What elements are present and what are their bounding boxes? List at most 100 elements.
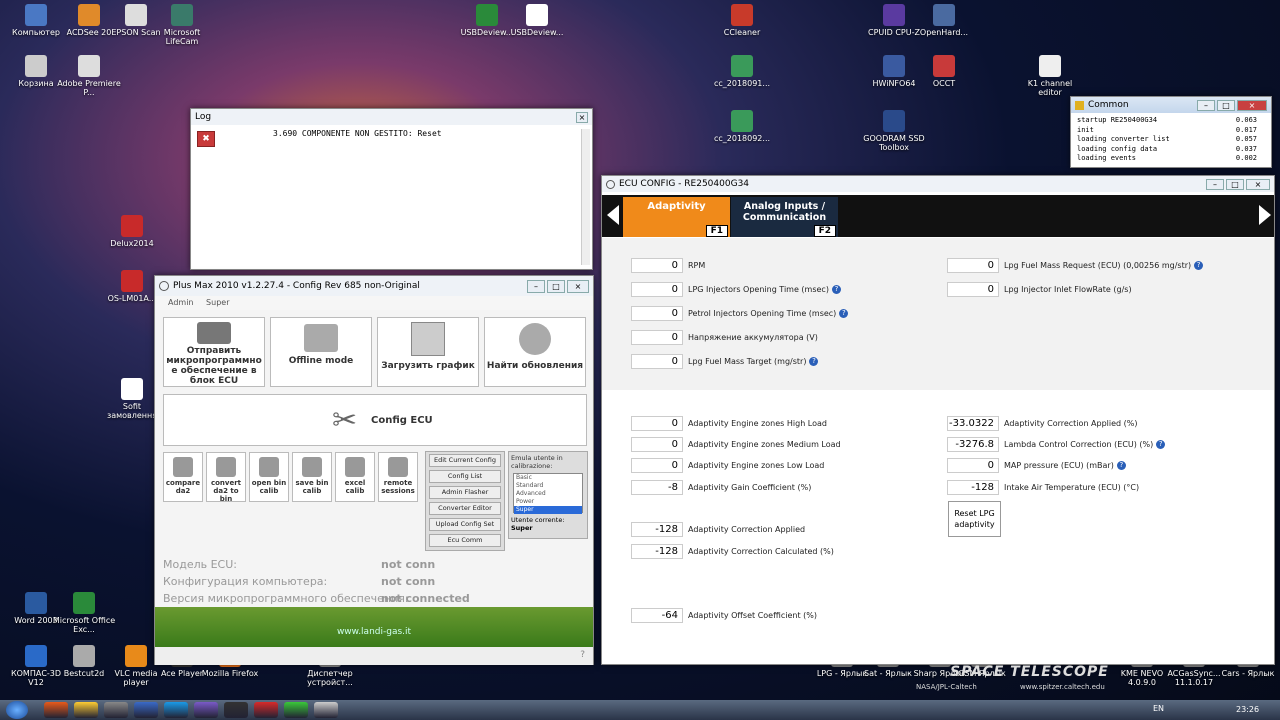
statusbar: ? — [155, 647, 593, 665]
ecu-config-window[interactable]: ECU CONFIG - RE250400G34 – □ × Adaptivit… — [601, 175, 1275, 665]
admin-tool-button[interactable]: Edit Current Config — [429, 454, 501, 467]
info-icon[interactable]: ? — [1156, 440, 1166, 449]
emula-option[interactable]: Power — [514, 498, 582, 506]
grass-footer: www.landi-gas.it — [155, 607, 593, 647]
minimize-icon[interactable]: – — [527, 279, 545, 293]
maximize-icon[interactable]: □ — [1217, 99, 1235, 111]
offline-mode-button[interactable]: Offline mode — [270, 317, 372, 387]
shortcut-icon — [121, 378, 143, 400]
menu-admin[interactable]: Admin — [168, 298, 194, 307]
reset-lpg-adaptivity-button[interactable]: Reset LPG adaptivity — [948, 501, 1001, 537]
field-label: Adaptivity Gain Coefficient (%) — [688, 480, 811, 495]
desktop-icon[interactable]: USBDeview... — [505, 4, 569, 37]
field-label-text: Lambda Control Correction (ECU) (%) — [1004, 440, 1154, 449]
close-icon[interactable]: × — [576, 111, 588, 123]
log-clear-button[interactable]: ✖ — [197, 131, 215, 147]
plusmax-window[interactable]: Plus Max 2010 v1.2.27.4 - Config Rev 685… — [154, 275, 594, 665]
desktop-icon[interactable]: CCleaner — [710, 4, 774, 37]
field-label-text: Adaptivity Gain Coefficient (%) — [688, 483, 812, 492]
info-icon[interactable]: ? — [1116, 461, 1126, 470]
find-updates-button[interactable]: Найти обновления — [484, 317, 586, 387]
taskbar-app-button[interactable] — [314, 702, 338, 718]
info-icon[interactable]: ? — [1194, 261, 1204, 270]
shortcut-icon — [121, 215, 143, 237]
desktop-icon[interactable]: Adobe Premiere P... — [57, 55, 121, 97]
tool-icon — [173, 457, 193, 477]
minimize-icon[interactable]: – — [1206, 178, 1224, 190]
field-label-text: MAP pressure (ECU) (mBar) — [1004, 461, 1114, 470]
desktop-icon[interactable]: OpenHard... — [912, 4, 976, 37]
tab-next-arrow[interactable] — [1259, 205, 1271, 225]
shortcut-icon — [526, 4, 548, 26]
taskbar-app-button[interactable] — [254, 702, 278, 718]
tab-analog-key: F2 — [813, 225, 836, 237]
field-label: Adaptivity Correction Applied — [688, 522, 805, 537]
ecu-info-value: not connected — [381, 592, 470, 605]
taskbar-app-button[interactable] — [164, 702, 188, 718]
tool-tile-button[interactable]: excel calib — [335, 452, 375, 502]
minimize-icon[interactable]: – — [1197, 99, 1215, 111]
desktop-icon[interactable]: K1 channel editor — [1018, 55, 1082, 97]
emula-option[interactable]: Basic — [514, 474, 582, 482]
shortcut-icon — [73, 645, 95, 667]
admin-tool-button[interactable]: Admin Flasher — [429, 486, 501, 499]
tool-tile-button[interactable]: remote sessions — [378, 452, 418, 502]
taskbar-app-button[interactable] — [104, 702, 128, 718]
firmware-icon — [197, 322, 231, 344]
taskbar-app-button[interactable] — [194, 702, 218, 718]
config-ecu-button[interactable]: ✂ Config ECU — [163, 394, 587, 446]
tab-adaptivity[interactable]: Adaptivity F1 — [623, 197, 730, 237]
clock[interactable]: 23:26 — [1236, 705, 1259, 714]
info-icon[interactable]: ? — [809, 357, 819, 366]
desktop-icon[interactable]: cc_2018091... — [710, 55, 774, 88]
taskbar-app-button[interactable] — [74, 702, 98, 718]
taskbar-app-button[interactable] — [134, 702, 158, 718]
load-graph-button[interactable]: Загрузить график — [377, 317, 479, 387]
desktop-icon[interactable]: Microsoft Office Exc... — [52, 592, 116, 634]
help-icon[interactable]: ? — [580, 650, 585, 660]
admin-tool-button[interactable]: Config List — [429, 470, 501, 483]
tab-analog[interactable]: Analog Inputs / Communication F2 — [731, 197, 838, 237]
taskbar-app-button[interactable] — [284, 702, 308, 718]
value-display: 0 — [631, 330, 683, 345]
desktop-icon[interactable]: Delux2014 — [100, 215, 164, 248]
ecu-info-value: not conn — [381, 558, 436, 571]
info-icon[interactable]: ? — [839, 309, 849, 318]
close-icon[interactable]: × — [567, 279, 589, 293]
admin-tool-button[interactable]: Upload Config Set — [429, 518, 501, 531]
taskbar-app-button[interactable] — [224, 702, 248, 718]
tool-tile-button[interactable]: open bin calib — [249, 452, 289, 502]
emula-list[interactable]: Basic Standard Advanced Power Super — [513, 473, 583, 514]
start-button[interactable] — [6, 701, 28, 719]
close-icon[interactable]: × — [1237, 99, 1267, 111]
value-display: -128 — [631, 522, 683, 537]
tool-tile-button[interactable]: compare da2 — [163, 452, 203, 502]
log-window[interactable]: Log × ✖ 3.690 COMPONENTE NON GESTITO: Re… — [190, 108, 593, 270]
emula-option[interactable]: Standard — [514, 482, 582, 490]
taskbar-app-button[interactable] — [44, 702, 68, 718]
lang-indicator[interactable]: EN — [1153, 704, 1164, 713]
common-window[interactable]: Common – □ × startup RE250400G34 0.063 ini… — [1070, 96, 1272, 168]
desktop-icon[interactable]: cc_2018092... — [710, 110, 774, 143]
emula-option[interactable]: Super — [514, 506, 582, 514]
admin-tool-button[interactable]: Ecu Comm — [429, 534, 501, 547]
maximize-icon[interactable]: □ — [547, 279, 565, 293]
send-firmware-button[interactable]: Отправить микропрограммно е обеспечение … — [163, 317, 265, 387]
admin-tool-button[interactable]: Converter Editor — [429, 502, 501, 515]
value-display: 0 — [631, 306, 683, 321]
desktop-icon[interactable]: GOODRAM SSD Toolbox — [862, 110, 926, 152]
info-icon[interactable]: ? — [831, 285, 841, 294]
desktop-icon[interactable]: OCCT — [912, 55, 976, 88]
maximize-icon[interactable]: □ — [1226, 178, 1244, 190]
desktop-icon[interactable]: Microsoft LifeCam — [150, 4, 214, 46]
log-scrollbar[interactable] — [581, 129, 590, 265]
tool-tile-button[interactable]: save bin calib — [292, 452, 332, 502]
common-row-name: loading converter list — [1077, 135, 1170, 143]
common-app-icon — [1075, 100, 1084, 110]
close-icon[interactable]: × — [1246, 178, 1270, 190]
menu-super[interactable]: Super — [206, 298, 229, 307]
field-label-text: LPG Injectors Opening Time (msec) — [688, 285, 829, 294]
emula-option[interactable]: Advanced — [514, 490, 582, 498]
tool-tile-button[interactable]: convert da2 to bin — [206, 452, 246, 503]
tab-prev-arrow[interactable] — [607, 205, 619, 225]
